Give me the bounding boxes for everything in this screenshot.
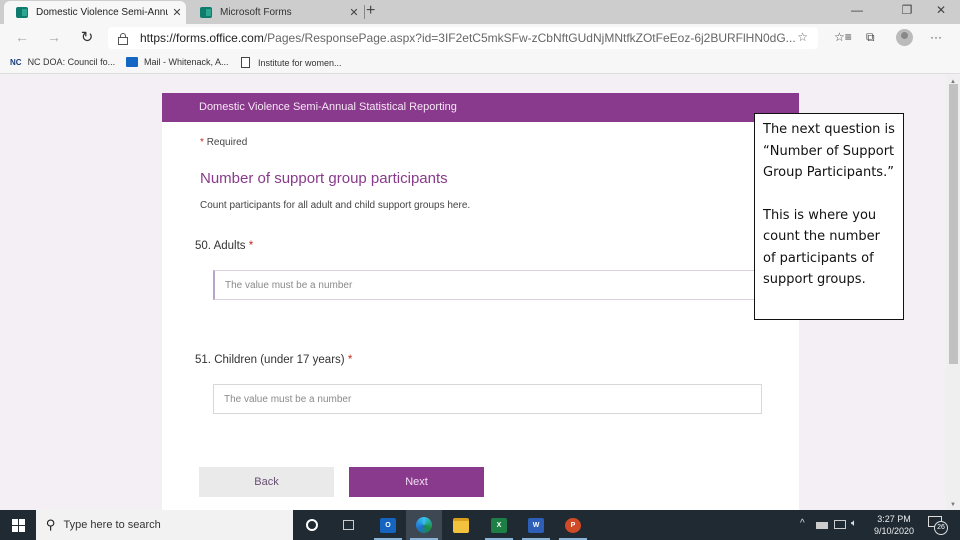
tab-title: Microsoft Forms [220, 7, 292, 18]
document-icon [241, 57, 250, 68]
excel-icon: X [491, 517, 507, 533]
taskbar: ⚲ Type here to search O X W P ^ 🔈︎ 3:27 … [0, 510, 960, 540]
bookmark-label: Mail - Whitenack, A... [144, 57, 229, 67]
form-card: Domestic Violence Semi-Annual Statistica… [162, 93, 799, 513]
section-title: Number of support group participants [200, 170, 448, 187]
taskbar-outlook[interactable]: O [370, 510, 406, 540]
url-path: /Pages/ResponsePage.aspx?id=3IF2etC5mkSF… [263, 31, 796, 45]
taskbar-search[interactable]: ⚲ Type here to search [36, 510, 293, 540]
action-center-button[interactable]: 26 [928, 516, 948, 535]
tab-microsoft-forms[interactable]: Microsoft Forms ✕ [188, 1, 363, 24]
page-scrollbar[interactable]: ▲ ▼ [946, 75, 960, 510]
tab-title: Domestic Violence Semi-Annual [36, 7, 168, 18]
volume-icon[interactable]: 🔈︎ [851, 518, 857, 529]
task-view-icon [342, 520, 354, 530]
collections-icon[interactable]: ⧉ [866, 30, 875, 45]
favorite-star-icon[interactable]: ☆ [797, 30, 808, 44]
refresh-icon[interactable]: ↻ [77, 28, 97, 46]
back-button[interactable]: Back [199, 467, 334, 497]
search-icon: ⚲ [46, 517, 56, 532]
forms-icon [200, 7, 212, 18]
address-bar[interactable]: https://forms.office.com /Pages/Response… [108, 27, 818, 49]
section-description: Count participants for all adult and chi… [200, 200, 471, 211]
scroll-thumb[interactable] [949, 84, 958, 364]
file-explorer-icon [453, 517, 469, 533]
minimize-button[interactable]: — [842, 3, 872, 17]
start-button[interactable] [0, 510, 36, 540]
form-header: Domestic Violence Semi-Annual Statistica… [162, 93, 799, 122]
instruction-callout: The next question is “Number of Support … [754, 113, 904, 320]
bookmark-mail[interactable]: Mail - Whitenack, A... [126, 57, 229, 67]
bookmarks-bar: NC NC DOA: Council fo... Mail - Whitenac… [0, 52, 960, 74]
question-51-label: 51. Children (under 17 years) * [195, 354, 352, 366]
tray-chevron-icon[interactable]: ^ [800, 518, 805, 529]
outlook-icon: O [380, 517, 396, 533]
required-star: * [248, 240, 254, 252]
windows-logo-icon [11, 518, 25, 532]
network-icon[interactable] [834, 520, 846, 529]
scroll-down-arrow-icon[interactable]: ▼ [946, 502, 960, 508]
question-text: Adults [213, 240, 246, 252]
tab-separator [364, 5, 365, 19]
bookmark-institute[interactable]: Institute for women... [241, 57, 342, 68]
question-number: 50. [195, 240, 211, 252]
task-view-button[interactable] [330, 510, 366, 540]
children-input[interactable] [213, 384, 762, 414]
edge-icon [416, 517, 432, 533]
callout-paragraph-1: The next question is “Number of Support … [763, 122, 895, 180]
close-window-button[interactable]: ✕ [926, 3, 956, 17]
taskbar-excel[interactable]: X [481, 510, 517, 540]
next-button[interactable]: Next [349, 467, 484, 497]
question-50-label: 50. Adults * [195, 240, 253, 252]
question-number: 51. [195, 354, 211, 366]
nc-icon: NC [10, 57, 22, 67]
bookmark-label: NC DOA: Council fo... [27, 57, 116, 67]
adults-input[interactable] [213, 270, 762, 300]
powerpoint-icon: P [565, 517, 581, 533]
close-tab-icon[interactable]: ✕ [345, 6, 363, 19]
taskbar-edge[interactable] [406, 510, 442, 540]
forms-icon [16, 7, 28, 18]
favorites-list-icon[interactable]: ☆≡ [834, 30, 852, 44]
clock-time: 3:27 PM [877, 514, 911, 524]
required-text: Required [206, 137, 248, 148]
url-host: https://forms.office.com [140, 31, 264, 45]
tab-domestic-violence[interactable]: Domestic Violence Semi-Annual ✕ [4, 1, 186, 24]
callout-paragraph-2: This is where you count the number of pa… [763, 207, 881, 288]
required-note: * Required [200, 137, 247, 148]
profile-avatar[interactable] [896, 29, 913, 46]
close-tab-icon[interactable]: ✕ [168, 6, 186, 19]
bookmark-label: Institute for women... [258, 57, 342, 68]
more-menu-icon[interactable]: ··· [930, 30, 942, 44]
battery-icon[interactable] [816, 522, 828, 529]
restore-button[interactable]: ❐ [892, 3, 922, 17]
bookmark-nc-doa[interactable]: NC NC DOA: Council fo... [10, 57, 115, 67]
required-star: * [200, 137, 204, 148]
word-icon: W [528, 517, 544, 533]
new-tab-button[interactable]: + [366, 2, 375, 20]
taskbar-word[interactable]: W [518, 510, 554, 540]
taskbar-powerpoint[interactable]: P [555, 510, 591, 540]
lock-icon [118, 32, 128, 45]
required-star: * [347, 354, 353, 366]
cortana-icon [306, 519, 318, 531]
browser-toolbar: ← → ↻ https://forms.office.com /Pages/Re… [0, 24, 960, 52]
back-arrow-icon[interactable]: ← [12, 29, 32, 45]
system-clock[interactable]: 3:27 PM 9/10/2020 [868, 513, 920, 537]
notification-count-badge: 26 [934, 521, 948, 535]
cortana-button[interactable] [294, 510, 330, 540]
forward-arrow-icon[interactable]: → [44, 29, 64, 45]
outlook-icon [126, 57, 138, 67]
question-text: Children (under 17 years) [214, 354, 345, 366]
taskbar-file-explorer[interactable] [443, 510, 479, 540]
clock-date: 9/10/2020 [873, 526, 915, 536]
tab-strip: Domestic Violence Semi-Annual ✕ Microsof… [0, 0, 960, 24]
search-placeholder: Type here to search [63, 519, 161, 531]
